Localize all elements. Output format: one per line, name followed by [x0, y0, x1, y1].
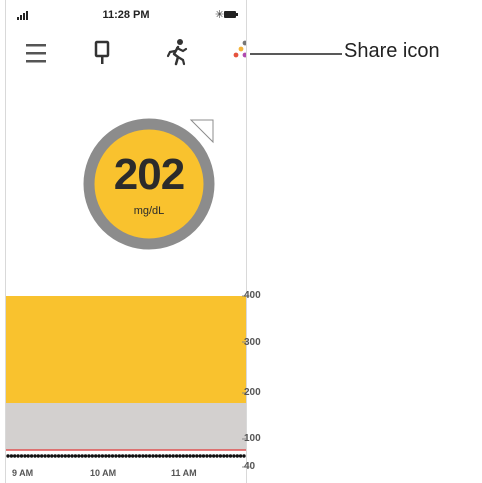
trend-dot	[201, 454, 206, 458]
trend-dot	[56, 454, 61, 458]
trend-dot	[77, 454, 81, 458]
trend-dot	[97, 454, 101, 458]
trend-dot	[168, 454, 172, 458]
share-icon[interactable]	[232, 38, 247, 66]
trend-dot	[67, 454, 71, 458]
trend-dot	[151, 454, 155, 458]
trend-dot	[154, 454, 158, 458]
trend-dot	[228, 454, 233, 458]
trend-dot	[178, 454, 182, 458]
trend-dot	[171, 454, 175, 458]
trend-dot	[120, 454, 125, 458]
trend-dot	[181, 454, 185, 458]
trend-dot	[161, 454, 165, 458]
trend-dot	[222, 454, 226, 458]
trend-dot	[23, 454, 27, 458]
trend-dot	[110, 454, 115, 458]
trend-dot	[235, 454, 239, 458]
activity-icon[interactable]	[164, 38, 190, 66]
x-tick-11am: 11 AM	[171, 468, 197, 478]
status-time: 11:28 PM	[102, 9, 150, 21]
y-tick-300: 300	[244, 337, 261, 348]
glucose-trend-dots	[6, 454, 246, 458]
trend-dot	[134, 454, 138, 458]
glucose-unit: mg/dL	[133, 205, 165, 217]
trend-dot	[208, 454, 212, 458]
trend-dot	[70, 454, 74, 458]
trend-dot	[137, 454, 142, 458]
trend-dot	[40, 454, 44, 458]
trend-dot	[117, 454, 122, 458]
trend-dot	[33, 454, 37, 458]
trend-dot	[218, 454, 223, 458]
trend-dot	[36, 454, 40, 458]
trend-dot	[198, 454, 202, 458]
sensor-icon[interactable]	[93, 40, 111, 66]
trend-dot	[131, 454, 135, 458]
callout-line	[250, 53, 342, 55]
trend-dot	[104, 454, 108, 458]
trend-graph[interactable]	[6, 286, 246, 483]
trend-dot	[124, 454, 128, 458]
trend-dot	[16, 454, 20, 458]
trend-dot	[29, 454, 34, 458]
trend-dot	[188, 454, 192, 458]
trend-dot	[164, 454, 169, 458]
trend-dot	[83, 454, 88, 458]
y-tick-40: 40	[244, 461, 256, 472]
trend-dot	[195, 454, 199, 458]
trend-dot	[158, 454, 162, 458]
menu-icon[interactable]	[24, 40, 48, 66]
trend-dot	[238, 454, 243, 458]
trend-dot	[144, 454, 148, 458]
trend-dot	[107, 454, 111, 458]
x-tick-9am: 9 AM	[12, 468, 34, 478]
trend-dot	[63, 454, 67, 458]
trend-dot	[232, 454, 236, 458]
trend-dot	[94, 454, 98, 458]
trend-dot	[13, 454, 17, 458]
glucose-value: 202	[113, 150, 185, 199]
trend-dot	[87, 454, 91, 458]
trend-dot	[60, 454, 64, 458]
trend-dot	[80, 454, 84, 458]
trend-dot	[43, 454, 47, 458]
bluetooth-icon: ✳	[215, 9, 225, 21]
target-zone	[6, 403, 246, 450]
trend-dot	[114, 454, 118, 458]
trend-dot	[73, 454, 78, 458]
trend-dot	[19, 454, 24, 458]
trend-dot	[212, 454, 216, 458]
trend-dot	[127, 454, 132, 458]
status-bar: 11:28 PM ✳	[6, 8, 246, 26]
y-tick-100: 100	[244, 433, 261, 444]
trend-dot	[90, 454, 95, 458]
trend-dot	[50, 454, 54, 458]
trend-dot	[53, 454, 57, 458]
high-zone	[6, 296, 246, 403]
share-icon-callout: Share icon	[344, 40, 440, 62]
phone-screen: 11:28 PM ✳ 202 mg/dL	[5, 0, 247, 483]
trend-dot	[185, 454, 189, 458]
trend-dot	[46, 454, 51, 458]
trend-dot	[141, 454, 145, 458]
trend-dot	[225, 454, 229, 458]
x-tick-10am: 10 AM	[90, 468, 117, 478]
trend-dot	[100, 454, 105, 458]
trend-dot	[191, 454, 196, 458]
y-tick-200: 200	[244, 387, 261, 398]
trend-dot	[242, 454, 246, 458]
trend-dot	[205, 454, 209, 458]
battery-icon	[224, 11, 238, 18]
trend-dot	[6, 454, 10, 458]
trend-dot	[26, 454, 30, 458]
trend-dot	[174, 454, 179, 458]
y-tick-400: 400	[244, 290, 261, 301]
trend-dot	[9, 454, 14, 458]
trend-dot	[147, 454, 152, 458]
trend-dot	[215, 454, 219, 458]
